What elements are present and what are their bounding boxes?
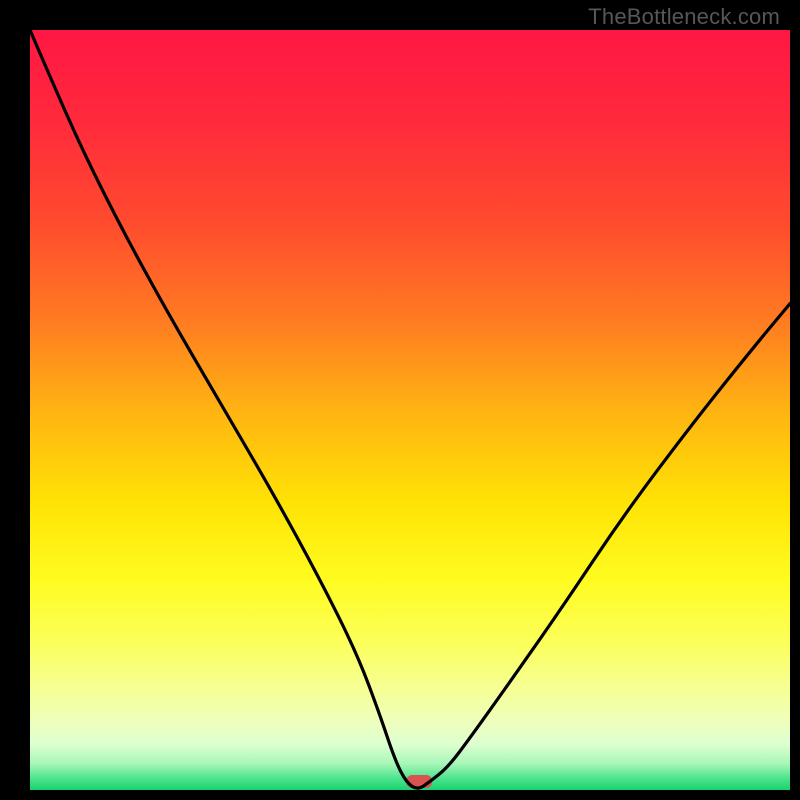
bottleneck-chart <box>0 0 800 800</box>
chart-stage: TheBottleneck.com <box>0 0 800 800</box>
watermark-text: TheBottleneck.com <box>588 4 780 30</box>
plot-background <box>30 30 790 790</box>
